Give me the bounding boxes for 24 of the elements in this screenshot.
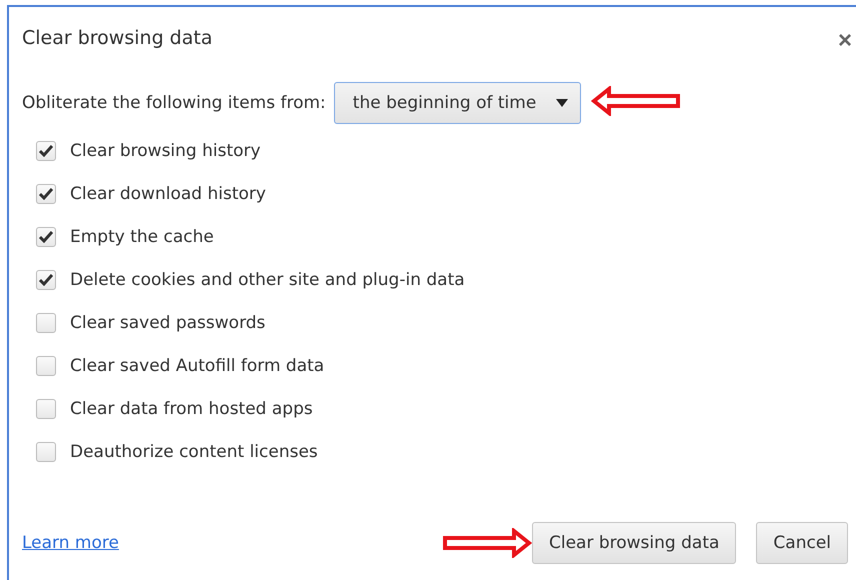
checkbox-label: Clear download history — [70, 184, 266, 204]
checkbox-label: Clear browsing history — [70, 141, 261, 161]
close-button[interactable]: × — [838, 29, 852, 53]
dialog-title: Clear browsing data — [22, 27, 212, 49]
checkbox-label: Delete cookies and other site and plug-in data — [70, 270, 465, 290]
checkbox[interactable] — [36, 270, 56, 290]
cancel-button[interactable]: Cancel — [756, 522, 848, 564]
checkbox[interactable] — [36, 184, 56, 204]
checkbox-label: Clear saved passwords — [70, 313, 266, 333]
checkbox-label: Deauthorize content licenses — [70, 442, 318, 462]
clear-data-button[interactable]: Clear browsing data — [532, 522, 736, 564]
learn-more-link[interactable]: Learn more — [22, 533, 119, 553]
checkbox[interactable] — [36, 442, 56, 462]
checkbox[interactable] — [36, 227, 56, 247]
caret-icon — [556, 99, 568, 107]
range-label: Obliterate the following items from: — [22, 93, 326, 113]
checkbox-label: Empty the cache — [70, 227, 214, 247]
checkbox-label: Clear saved Autofill form data — [70, 356, 324, 376]
checkbox[interactable] — [36, 141, 56, 161]
checkbox[interactable] — [36, 356, 56, 376]
checkbox[interactable] — [36, 313, 56, 333]
checkbox[interactable] — [36, 399, 56, 419]
checkbox-label: Clear data from hosted apps — [70, 399, 313, 419]
time-range-dropdown[interactable]: the beginning of time — [334, 82, 582, 124]
